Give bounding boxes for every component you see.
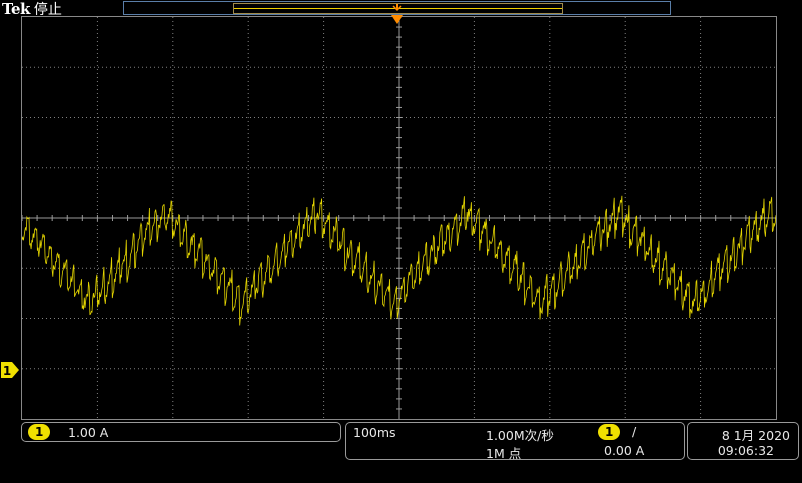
ch1-ground-label: 1 — [3, 364, 11, 378]
time-per-div: 100ms — [353, 425, 396, 440]
datetime-box[interactable]: 8 1月 2020 09:06:32 — [687, 422, 799, 460]
trigger-position-marker-icon[interactable] — [390, 3, 404, 25]
waveform-graticule — [22, 17, 776, 419]
sample-rate: 1.00M次/秒 — [486, 428, 554, 443]
ch1-ground-marker-icon[interactable]: 1 — [0, 361, 20, 379]
trigger-source-badge: 1 — [598, 424, 621, 440]
time-display: 09:06:32 — [717, 443, 774, 458]
ch1-scale-value: 1.00 A — [68, 425, 109, 440]
ch1-badge: 1 — [28, 424, 51, 440]
horizontal-trigger-box[interactable]: 100ms 1.00M次/秒 1M 点 1 / 0.00 A — [345, 422, 685, 461]
record-length: 1M 点 — [486, 446, 522, 461]
ch1-scale-box[interactable]: 1 1.00 A — [21, 422, 341, 442]
trigger-level: 0.00 A — [604, 443, 645, 458]
waveform-display[interactable] — [21, 16, 777, 420]
date-display: 8 1月 2020 — [721, 428, 790, 443]
trigger-slope-icon: / — [632, 424, 637, 439]
